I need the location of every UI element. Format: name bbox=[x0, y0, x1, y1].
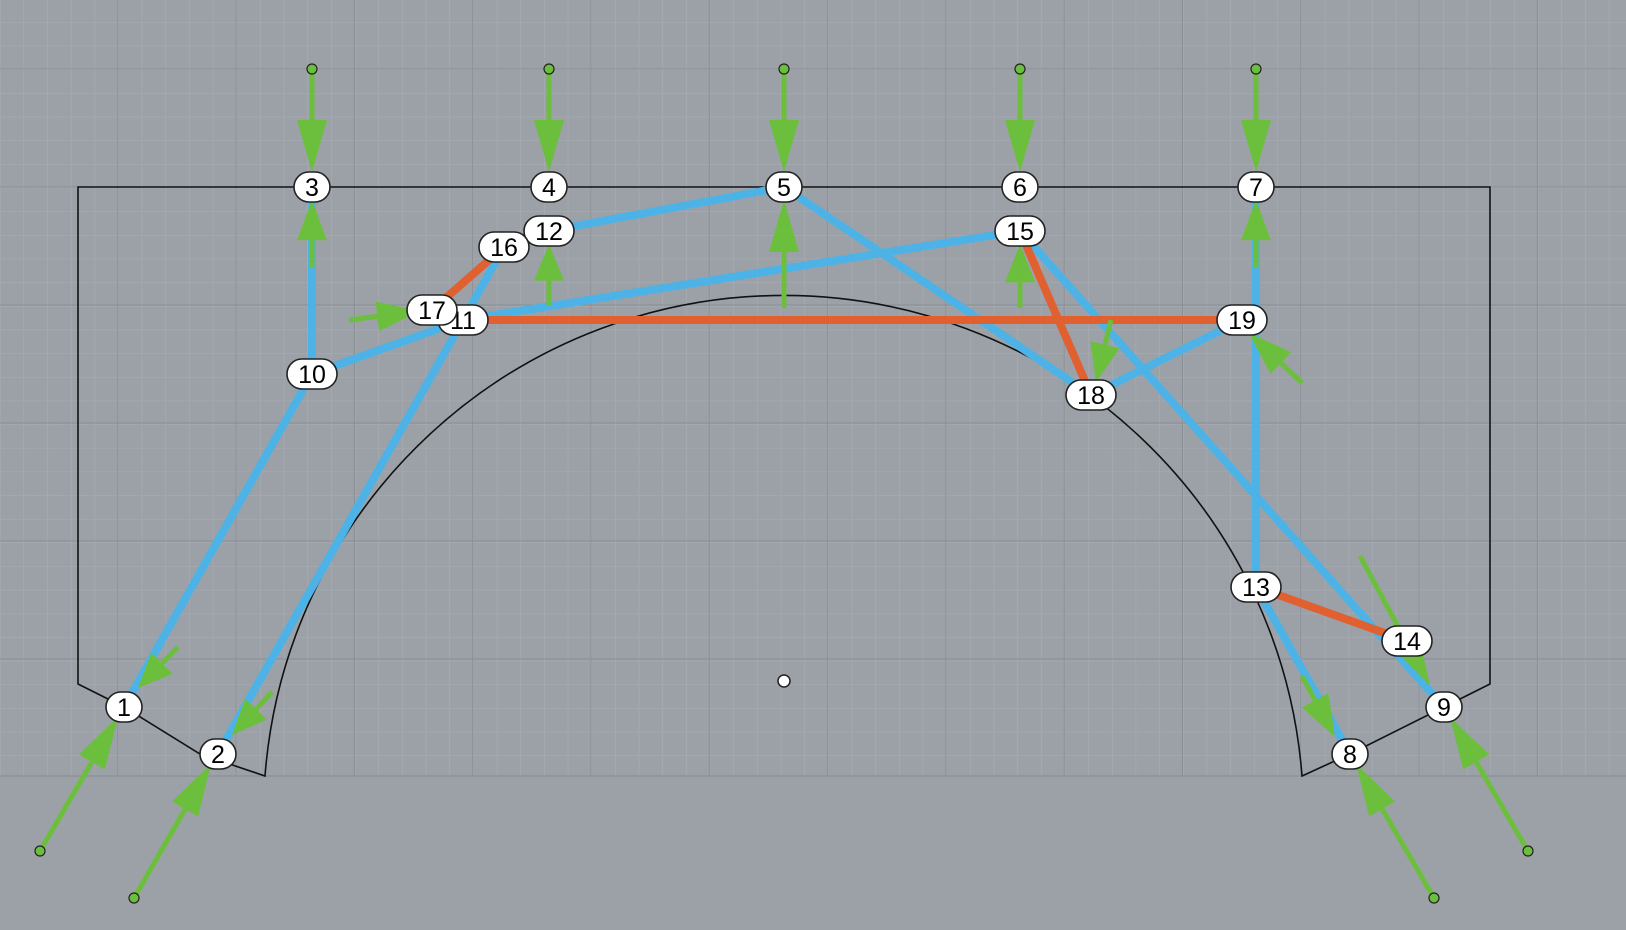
node-label: 3 bbox=[305, 174, 319, 202]
node-label: 1 bbox=[117, 694, 131, 722]
node-3[interactable]: 3 bbox=[293, 171, 331, 203]
node-16[interactable]: 16 bbox=[478, 231, 530, 263]
node-label: 4 bbox=[542, 174, 556, 202]
node-5[interactable]: 5 bbox=[765, 171, 803, 203]
node-label: 14 bbox=[1393, 628, 1421, 656]
node-label: 10 bbox=[298, 361, 326, 389]
node-19[interactable]: 19 bbox=[1216, 304, 1268, 336]
load-anchor bbox=[306, 63, 318, 75]
grid-minor bbox=[0, 0, 1626, 776]
arch-center-point bbox=[777, 674, 791, 688]
node-label: 9 bbox=[1437, 694, 1451, 722]
node-label: 17 bbox=[418, 297, 446, 325]
node-6[interactable]: 6 bbox=[1001, 171, 1039, 203]
node-label: 15 bbox=[1006, 218, 1034, 246]
load-anchor bbox=[543, 63, 555, 75]
node-18[interactable]: 18 bbox=[1065, 379, 1117, 411]
node-label: 16 bbox=[490, 234, 518, 262]
node-label: 8 bbox=[1343, 741, 1357, 769]
node-13[interactable]: 13 bbox=[1230, 571, 1282, 603]
node-4[interactable]: 4 bbox=[530, 171, 568, 203]
node-7[interactable]: 7 bbox=[1237, 171, 1275, 203]
node-label: 7 bbox=[1249, 174, 1263, 202]
node-10[interactable]: 10 bbox=[286, 358, 338, 390]
node-2[interactable]: 2 bbox=[199, 738, 237, 770]
reaction-anchor bbox=[34, 845, 46, 857]
node-label: 6 bbox=[1013, 174, 1027, 202]
node-label: 2 bbox=[211, 741, 225, 769]
node-9[interactable]: 9 bbox=[1425, 691, 1463, 723]
node-8[interactable]: 8 bbox=[1331, 738, 1369, 770]
load-anchor bbox=[1014, 63, 1026, 75]
node-1[interactable]: 1 bbox=[105, 691, 143, 723]
canvas-viewport[interactable]: 1 2 3 4 5 6 7 8 9 10 11 12 13 14 15 16 17 18 19 bbox=[0, 0, 1626, 930]
reaction-anchor bbox=[128, 892, 140, 904]
node-14[interactable]: 14 bbox=[1381, 625, 1433, 657]
node-17[interactable]: 17 bbox=[406, 294, 458, 326]
node-label: 12 bbox=[535, 218, 563, 246]
reaction-anchor bbox=[1428, 892, 1440, 904]
node-12[interactable]: 12 bbox=[523, 215, 575, 247]
load-anchor bbox=[778, 63, 790, 75]
node-label: 19 bbox=[1228, 307, 1256, 335]
node-label: 13 bbox=[1242, 574, 1270, 602]
node-label: 18 bbox=[1077, 382, 1105, 410]
node-15[interactable]: 15 bbox=[994, 215, 1046, 247]
node-label: 5 bbox=[777, 174, 791, 202]
reaction-anchor bbox=[1522, 845, 1534, 857]
truss-diagram[interactable]: 123 4 5 6 78910111213141516171819 bbox=[0, 0, 1626, 930]
load-anchor bbox=[1250, 63, 1262, 75]
